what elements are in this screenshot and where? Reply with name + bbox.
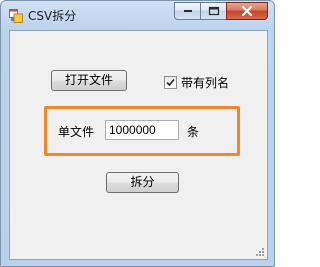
resize-grip-icon[interactable] [255, 247, 265, 257]
checkbox-box[interactable] [164, 75, 177, 89]
title-bar[interactable]: CSV拆分 [1, 1, 274, 29]
per-file-label: 单文件 [58, 125, 95, 139]
caption-buttons [174, 2, 268, 20]
checkmark-icon [166, 78, 175, 86]
open-file-button[interactable]: 打开文件 [51, 70, 127, 91]
app-window-icon [9, 8, 23, 23]
maximize-button[interactable] [200, 2, 226, 20]
app-window: CSV拆分 打开文件 带有列名 单文件 1000000 条 拆分 [0, 0, 275, 267]
per-file-count-input[interactable] [105, 120, 179, 140]
form-body: 打开文件 带有列名 单文件 条 拆分 [9, 30, 268, 260]
minimize-icon [183, 10, 192, 12]
window-title: CSV拆分 [28, 9, 77, 23]
minimize-button[interactable] [174, 2, 200, 20]
close-icon [241, 6, 253, 16]
has-header-label: 带有列名 [181, 75, 230, 90]
maximize-icon [208, 6, 219, 16]
unit-label: 条 [187, 125, 200, 139]
split-button[interactable]: 拆分 [106, 172, 179, 193]
close-button[interactable] [226, 2, 268, 20]
has-header-checkbox[interactable]: 带有列名 [164, 74, 229, 90]
